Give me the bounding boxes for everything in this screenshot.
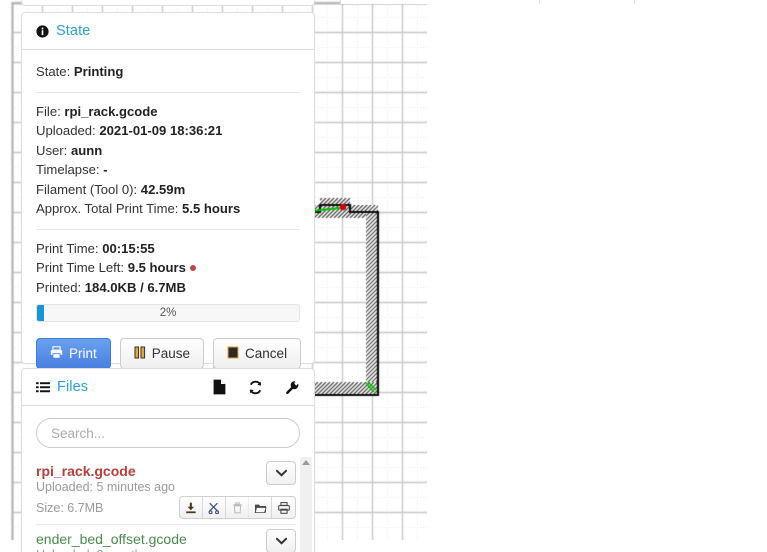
state-label: State: xyxy=(36,64,71,79)
printed-value: 184.0KB / 6.7MB xyxy=(84,279,186,295)
files-toolbar xyxy=(213,379,300,395)
file-row: File: rpi_rack.gcode xyxy=(36,102,300,122)
printer-icon xyxy=(50,345,63,362)
estimate-indicator-dot xyxy=(189,264,196,271)
print-button[interactable]: Print xyxy=(36,338,111,369)
pause-icon xyxy=(134,346,146,362)
time-left-label: Print Time Left: xyxy=(36,260,125,275)
filament-value: 42.59m xyxy=(140,181,186,197)
sidebar-panel-above xyxy=(21,0,315,6)
file-label: File: xyxy=(36,103,61,119)
file-item-actions xyxy=(179,496,296,519)
total-time-label: Approx. Total Print Time: xyxy=(36,201,179,216)
trash-icon xyxy=(226,497,249,518)
file-item-size-row: Size: 6.7MB xyxy=(36,496,296,519)
print-icon[interactable] xyxy=(272,497,295,518)
list-item[interactable]: ender_bed_offset.gcode Uploaded: 2 month… xyxy=(36,524,296,552)
time-left-row: Print Time Left: 9.5 hours xyxy=(36,258,300,278)
timelapse-row: Timelapse: - xyxy=(36,160,300,180)
divider xyxy=(36,228,300,230)
file-item-uploaded: Uploaded: 5 minutes ago xyxy=(36,480,175,494)
print-progress-bar: 2% xyxy=(36,304,300,322)
state-row: State: Printing xyxy=(36,62,300,82)
print-button-label: Print xyxy=(69,346,97,361)
total-time-row: Approx. Total Print Time: 5.5 hours xyxy=(36,199,300,219)
timelapse-value: - xyxy=(103,162,108,177)
uploaded-row: Uploaded: 2021-01-09 18:36:21 xyxy=(36,121,300,141)
file-item-name[interactable]: rpi_rack.gcode xyxy=(36,463,296,479)
user-label: User: xyxy=(36,142,68,158)
chevron-down-icon xyxy=(275,469,287,477)
refresh-icon[interactable] xyxy=(248,380,263,395)
pause-button-label: Pause xyxy=(151,346,191,361)
scissors-icon[interactable] xyxy=(203,497,226,518)
file-item-menu-toggle[interactable] xyxy=(266,529,296,552)
info-circle-icon xyxy=(36,24,49,38)
state-panel: State State: Printing File: rpi_rack.gco… xyxy=(21,12,315,369)
state-panel-title: State xyxy=(56,23,91,39)
viewer-tab-right[interactable] xyxy=(634,0,767,4)
files-panel-header: Files xyxy=(22,369,314,406)
file-item-menu-toggle[interactable] xyxy=(266,461,296,485)
download-icon[interactable] xyxy=(180,497,203,518)
state-value: Printing xyxy=(73,64,124,79)
state-panel-body: State: Printing File: rpi_rack.gcode Upl… xyxy=(22,50,314,322)
files-panel-title: Files xyxy=(57,379,89,395)
cancel-button[interactable]: Cancel xyxy=(213,338,302,369)
file-icon[interactable] xyxy=(213,379,226,395)
total-time-value: 5.5 hours xyxy=(182,201,241,216)
file-list: rpi_rack.gcode Uploaded: 5 minutes ago S… xyxy=(22,457,314,552)
user-row: User: aunn xyxy=(36,141,300,161)
filament-row: Filament (Tool 0): 42.59m xyxy=(36,180,300,200)
print-time-value: 00:15:55 xyxy=(102,240,155,256)
filament-label: Filament (Tool 0): xyxy=(36,181,138,197)
list-item[interactable]: rpi_rack.gcode Uploaded: 5 minutes ago S… xyxy=(36,457,296,524)
time-left-value: 9.5 hours xyxy=(127,260,186,275)
print-time-label: Print Time: xyxy=(36,240,99,256)
file-search-wrap xyxy=(22,406,314,457)
files-panel: Files Search... rpi_rack.gcode Uploaded:… xyxy=(21,368,315,552)
timelapse-label: Timelapse: xyxy=(36,162,100,177)
divider xyxy=(36,91,300,93)
printed-label: Printed: xyxy=(36,279,82,295)
wrench-icon[interactable] xyxy=(285,380,300,395)
file-item-name[interactable]: ender_bed_offset.gcode xyxy=(36,531,296,547)
list-icon xyxy=(36,381,50,394)
printed-row: Printed: 184.0KB / 6.7MB xyxy=(36,278,300,298)
state-panel-header: State xyxy=(22,13,314,50)
folder-icon[interactable] xyxy=(249,497,272,518)
pause-button[interactable]: Pause xyxy=(119,338,205,369)
file-item-size: Size: 6.7MB xyxy=(36,500,104,515)
print-controls: Print Pause Cancel xyxy=(22,322,314,369)
print-time-row: Print Time: 00:15:55 xyxy=(36,239,300,259)
viewer-tab-left[interactable] xyxy=(340,0,540,4)
search-input[interactable] xyxy=(36,418,300,448)
file-value: rpi_rack.gcode xyxy=(64,103,158,119)
user-value: aunn xyxy=(70,142,103,158)
stop-icon xyxy=(227,346,239,362)
scroll-up-arrow-icon[interactable] xyxy=(302,460,310,465)
uploaded-value: 2021-01-09 18:36:21 xyxy=(99,123,223,138)
file-list-scrollbar[interactable] xyxy=(300,457,312,552)
octoprint-interface: State State: Printing File: rpi_rack.gco… xyxy=(0,0,767,552)
uploaded-label: Uploaded: xyxy=(36,123,96,138)
cancel-button-label: Cancel xyxy=(245,346,288,361)
progress-label: 2% xyxy=(159,307,177,319)
file-item-uploaded: Uploaded: 2 months ago xyxy=(36,547,296,552)
chevron-down-icon xyxy=(275,537,287,545)
